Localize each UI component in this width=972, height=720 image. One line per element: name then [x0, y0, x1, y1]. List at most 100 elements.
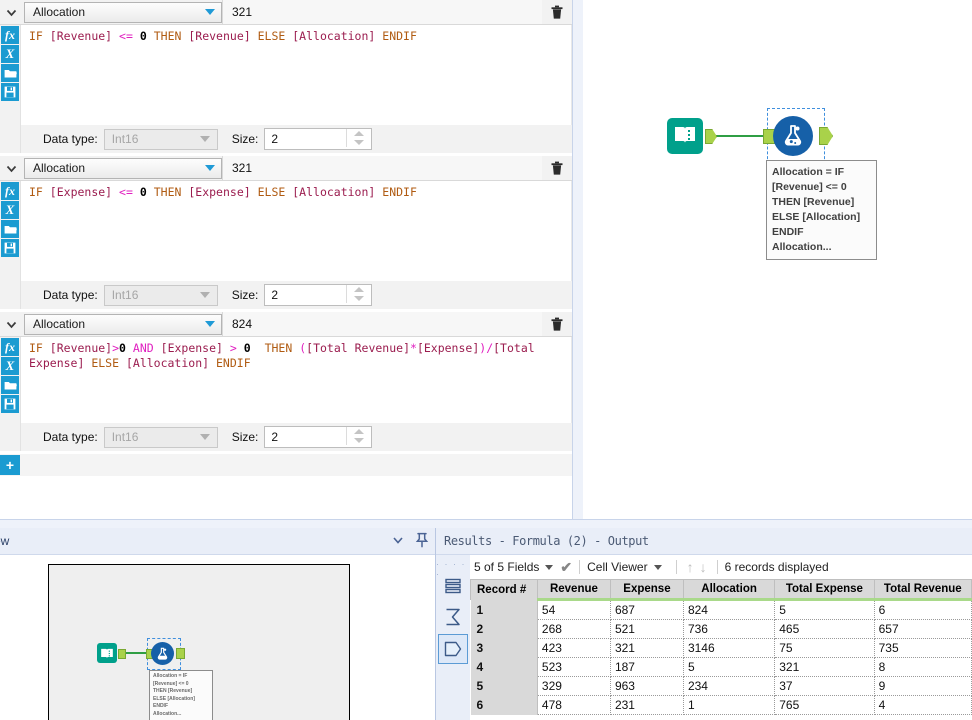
fx-icon[interactable]: fx	[1, 182, 19, 200]
column-header-allocation[interactable]: Allocation	[682, 579, 776, 601]
table-cell[interactable]: 5	[683, 657, 776, 677]
table-cell[interactable]: 5	[774, 599, 875, 620]
collapse-chevron-icon[interactable]	[0, 312, 22, 336]
open-folder-icon[interactable]	[1, 220, 19, 238]
chevron-down-icon[interactable]	[391, 533, 405, 550]
open-folder-icon[interactable]	[1, 64, 19, 82]
output-field-select[interactable]: Allocation	[24, 1, 222, 23]
save-disk-icon[interactable]	[1, 395, 19, 413]
formula-expression-editor[interactable]: IF [Expense] <= 0 THEN [Expense] ELSE [A…	[21, 181, 572, 281]
formula-output-port[interactable]	[819, 127, 833, 145]
arrow-down-icon[interactable]: ↓	[700, 559, 707, 575]
table-cell[interactable]: 736	[683, 619, 776, 639]
table-cell[interactable]: 9	[874, 676, 972, 696]
formula-expression-editor[interactable]: IF [Revenue] <= 0 THEN [Revenue] ELSE [A…	[21, 25, 572, 125]
add-formula-button[interactable]: +	[0, 455, 20, 475]
column-header-total-expense[interactable]: Total Expense	[774, 579, 875, 601]
table-cell[interactable]: 231	[610, 695, 684, 715]
cell-viewer-selector[interactable]: Cell Viewer	[587, 560, 668, 574]
mini-formula-tool[interactable]	[151, 642, 174, 665]
output-field-value[interactable]: 321	[222, 156, 542, 180]
table-row[interactable]: 1 54 687 824 5 6	[470, 599, 972, 620]
column-header-record[interactable]: Record #	[470, 579, 538, 600]
table-cell[interactable]: 6	[874, 599, 972, 620]
fx-icon[interactable]: fx	[1, 338, 19, 356]
size-spinner-buttons[interactable]	[346, 129, 372, 147]
fx-icon[interactable]: fx	[1, 26, 19, 44]
delete-formula-button[interactable]	[542, 156, 572, 180]
spinner-up-icon[interactable]	[354, 429, 365, 434]
table-cell[interactable]: 268	[537, 619, 611, 639]
chevron-down-icon[interactable]	[653, 564, 662, 570]
formula-tool[interactable]	[773, 116, 813, 156]
table-cell[interactable]: 329	[537, 676, 611, 696]
variable-x-icon[interactable]: X	[1, 45, 19, 63]
output-field-value[interactable]: 321	[222, 0, 542, 24]
table-row[interactable]: 3 423 321 3146 75 735	[470, 638, 972, 658]
table-cell[interactable]: 8	[874, 657, 972, 677]
table-cell[interactable]: 321	[774, 657, 875, 677]
collapse-chevron-icon[interactable]	[0, 0, 22, 24]
formula-expression-editor[interactable]: IF [Revenue]>0 AND [Expense] > 0 THEN ([…	[21, 337, 572, 423]
table-cell[interactable]: 765	[774, 695, 875, 715]
table-cell[interactable]: 465	[774, 619, 875, 639]
spinner-down-icon[interactable]	[354, 438, 365, 443]
delete-formula-button[interactable]	[542, 312, 572, 336]
save-disk-icon[interactable]	[1, 83, 19, 101]
text-input-output-port[interactable]	[705, 129, 717, 144]
output-anchor-icon[interactable]	[438, 634, 468, 664]
data-type-select[interactable]: Int16	[103, 128, 218, 150]
results-table[interactable]: Record # Revenue Expense Allocation Tota…	[470, 579, 972, 715]
fields-selector[interactable]: 5 of 5 Fields	[474, 560, 560, 574]
table-cell[interactable]: 735	[874, 638, 972, 658]
table-cell[interactable]: 234	[683, 676, 776, 696]
table-row[interactable]: 2 268 521 736 465 657	[470, 619, 972, 639]
text-input-tool[interactable]	[667, 118, 703, 154]
spinner-down-icon[interactable]	[354, 296, 365, 301]
table-cell[interactable]: 521	[610, 619, 684, 639]
spinner-down-icon[interactable]	[354, 140, 365, 145]
spinner-up-icon[interactable]	[354, 287, 365, 292]
table-cell[interactable]: 54	[537, 599, 611, 620]
table-cell[interactable]: 423	[537, 638, 611, 658]
size-spinner-buttons[interactable]	[346, 285, 372, 303]
column-header-revenue[interactable]: Revenue	[536, 579, 611, 601]
table-cell[interactable]: 37	[774, 676, 875, 696]
delete-formula-button[interactable]	[542, 0, 572, 24]
table-cell[interactable]: 187	[610, 657, 684, 677]
table-cell[interactable]: 657	[874, 619, 972, 639]
records-list-icon[interactable]	[439, 572, 467, 600]
data-type-select[interactable]: Int16	[103, 284, 218, 306]
table-cell[interactable]: 963	[610, 676, 684, 696]
table-cell[interactable]: 1	[683, 695, 776, 715]
summary-sigma-icon[interactable]	[439, 603, 467, 631]
output-field-value[interactable]: 824	[222, 312, 542, 336]
save-disk-icon[interactable]	[1, 239, 19, 257]
collapse-chevron-icon[interactable]	[0, 156, 22, 180]
column-header-total-revenue[interactable]: Total Revenue	[873, 579, 972, 601]
table-cell[interactable]: 3146	[683, 638, 776, 658]
table-cell[interactable]: 523	[537, 657, 611, 677]
table-cell[interactable]: 75	[774, 638, 875, 658]
table-row[interactable]: 4 523 187 5 321 8	[470, 657, 972, 677]
table-cell[interactable]: 4	[874, 695, 972, 715]
chevron-down-icon[interactable]	[545, 564, 554, 570]
variable-x-icon[interactable]: X	[1, 357, 19, 375]
table-cell[interactable]: 824	[683, 599, 776, 620]
arrow-up-icon[interactable]: ↑	[687, 559, 694, 575]
overview-canvas[interactable]: Allocation = IF [Revenue] <= 0 THEN [Rev…	[48, 564, 350, 720]
table-row[interactable]: 5 329 963 234 37 9	[470, 676, 972, 696]
size-stepper[interactable]: 2	[264, 426, 373, 448]
variable-x-icon[interactable]: X	[1, 201, 19, 219]
size-stepper[interactable]: 2	[264, 128, 373, 150]
rail-drag-handle[interactable]: · · · · ·	[436, 559, 470, 579]
size-stepper[interactable]: 2	[264, 284, 373, 306]
apply-fields-check-icon[interactable]: ✔	[560, 559, 572, 576]
output-field-select[interactable]: Allocation	[24, 157, 222, 179]
size-spinner-buttons[interactable]	[346, 427, 372, 445]
table-cell[interactable]: 478	[537, 695, 611, 715]
mini-text-input-tool[interactable]	[97, 643, 117, 663]
table-cell[interactable]: 321	[610, 638, 684, 658]
table-row[interactable]: 6 478 231 1 765 4	[470, 695, 972, 715]
spinner-up-icon[interactable]	[354, 131, 365, 136]
